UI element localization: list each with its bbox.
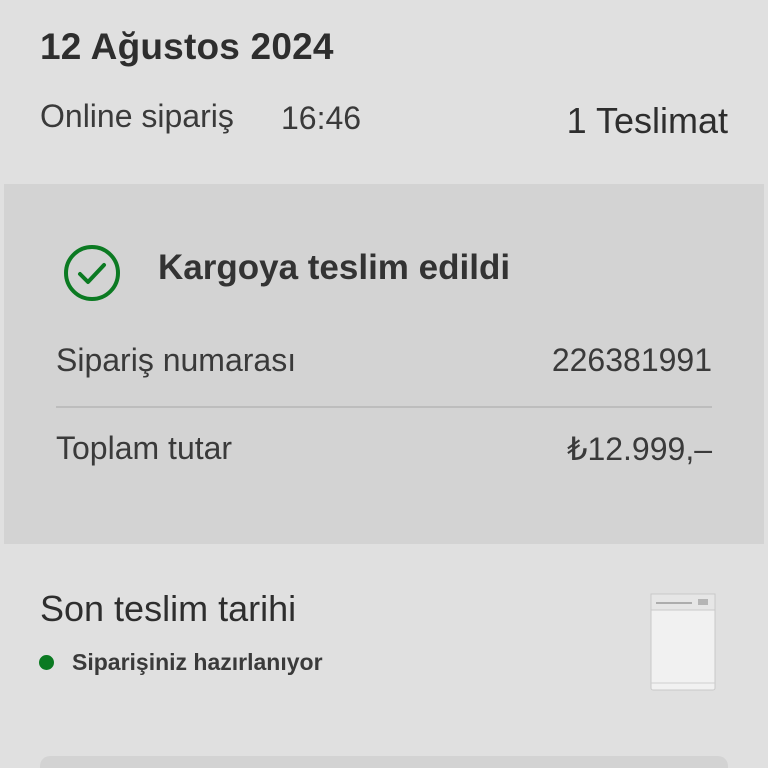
order-time: 16:46 — [281, 100, 362, 136]
check-circle-icon — [64, 245, 120, 301]
delivery-count: 1 Teslimat — [566, 100, 728, 141]
status-dot — [39, 655, 54, 670]
total-label: Toplam tutar — [56, 430, 233, 466]
order-detail-page: 12 Ağustos 2024 Online sipariş 16:46 1 T… — [0, 0, 768, 768]
dishwasher-icon[interactable] — [650, 593, 716, 691]
status-card: Kargoya teslim edildi Sipariş numarası 2… — [4, 184, 764, 544]
order-type: Online sipariş — [40, 98, 234, 134]
order-date: 12 Ağustos 2024 — [40, 26, 334, 67]
next-card — [40, 756, 728, 768]
delivery-title: Son teslim tarihi — [40, 588, 297, 629]
order-number-value: 226381991 — [551, 342, 712, 378]
divider — [56, 406, 712, 408]
order-number-label: Sipariş numarası — [56, 342, 297, 378]
status-title: Kargoya teslim edildi — [158, 248, 511, 287]
total-value: ₺12.999,– — [567, 431, 712, 467]
preparation-status: Siparişiniz hazırlanıyor — [72, 649, 323, 675]
